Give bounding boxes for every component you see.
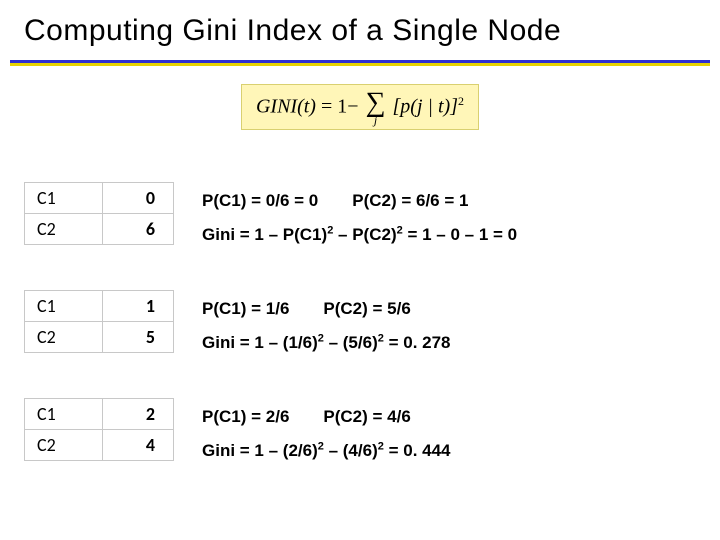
formula-one-minus: 1− bbox=[337, 96, 358, 118]
class-label: C1 bbox=[25, 399, 103, 430]
gini-mid: – P(C2) bbox=[333, 225, 396, 244]
table-row: C1 1 bbox=[25, 291, 174, 322]
class-value: 1 bbox=[102, 291, 173, 322]
pc1-text: P(C1) = 0/6 = 0 bbox=[202, 191, 318, 210]
class-value: 2 bbox=[102, 399, 173, 430]
class-value: 0 bbox=[102, 183, 173, 214]
gini-mid: – (4/6) bbox=[324, 441, 378, 460]
example-row: C1 1 C2 5 P(C1) = 1/6 P(C2) = 5/6 Gini = … bbox=[24, 290, 696, 360]
table-row: C2 4 bbox=[25, 430, 174, 461]
gini-prefix: Gini = 1 – (2/6) bbox=[202, 441, 318, 460]
formula-lhs: GINI(t) bbox=[256, 96, 316, 118]
pc1-text: P(C1) = 1/6 bbox=[202, 299, 289, 318]
class-label: C2 bbox=[25, 322, 103, 353]
title-underline bbox=[10, 60, 710, 66]
table-row: C1 0 bbox=[25, 183, 174, 214]
class-value: 6 bbox=[102, 214, 173, 245]
gini-line: Gini = 1 – (2/6)2 – (4/6)2 = 0. 444 bbox=[202, 434, 451, 468]
formula-exp: 2 bbox=[458, 94, 464, 108]
class-label: C1 bbox=[25, 291, 103, 322]
class-count-table: C1 1 C2 5 bbox=[24, 290, 174, 353]
gini-line: Gini = 1 – P(C1)2 – P(C2)2 = 1 – 0 – 1 =… bbox=[202, 218, 517, 252]
pc2-text: P(C2) = 4/6 bbox=[323, 407, 410, 426]
table-row: C2 5 bbox=[25, 322, 174, 353]
class-count-table: C1 0 C2 6 bbox=[24, 182, 174, 245]
example-row: C1 0 C2 6 P(C1) = 0/6 = 0 P(C2) = 6/6 = 1… bbox=[24, 182, 696, 252]
class-count-table: C1 2 C2 4 bbox=[24, 398, 174, 461]
class-value: 5 bbox=[102, 322, 173, 353]
gini-prefix: Gini = 1 – P(C1) bbox=[202, 225, 327, 244]
gini-prefix: Gini = 1 – (1/6) bbox=[202, 333, 318, 352]
gini-tail: = 0. 444 bbox=[384, 441, 451, 460]
class-label: C2 bbox=[25, 430, 103, 461]
gini-tail: = 1 – 0 – 1 = 0 bbox=[403, 225, 517, 244]
formula-eq: = bbox=[321, 96, 332, 118]
class-label: C1 bbox=[25, 183, 103, 214]
sigma-icon: ∑ j bbox=[366, 91, 386, 125]
gini-tail: = 0. 278 bbox=[384, 333, 451, 352]
gini-line: Gini = 1 – (1/6)2 – (5/6)2 = 0. 278 bbox=[202, 326, 451, 360]
class-value: 4 bbox=[102, 430, 173, 461]
class-label: C2 bbox=[25, 214, 103, 245]
pc2-text: P(C2) = 5/6 bbox=[323, 299, 410, 318]
calc-block: P(C1) = 0/6 = 0 P(C2) = 6/6 = 1 Gini = 1 … bbox=[202, 182, 517, 252]
gini-formula: GINI(t) = 1− ∑ j [p(j | t)]2 bbox=[241, 84, 479, 130]
table-row: C1 2 bbox=[25, 399, 174, 430]
table-row: C2 6 bbox=[25, 214, 174, 245]
formula-bracket: [p(j | t)] bbox=[393, 96, 459, 118]
page-title: Computing Gini Index of a Single Node bbox=[0, 0, 720, 58]
calc-block: P(C1) = 1/6 P(C2) = 5/6 Gini = 1 – (1/6)2… bbox=[202, 290, 451, 360]
gini-mid: – (5/6) bbox=[324, 333, 378, 352]
pc1-text: P(C1) = 2/6 bbox=[202, 407, 289, 426]
example-row: C1 2 C2 4 P(C1) = 2/6 P(C2) = 4/6 Gini = … bbox=[24, 398, 696, 468]
pc2-text: P(C2) = 6/6 = 1 bbox=[352, 191, 468, 210]
calc-block: P(C1) = 2/6 P(C2) = 4/6 Gini = 1 – (2/6)2… bbox=[202, 398, 451, 468]
